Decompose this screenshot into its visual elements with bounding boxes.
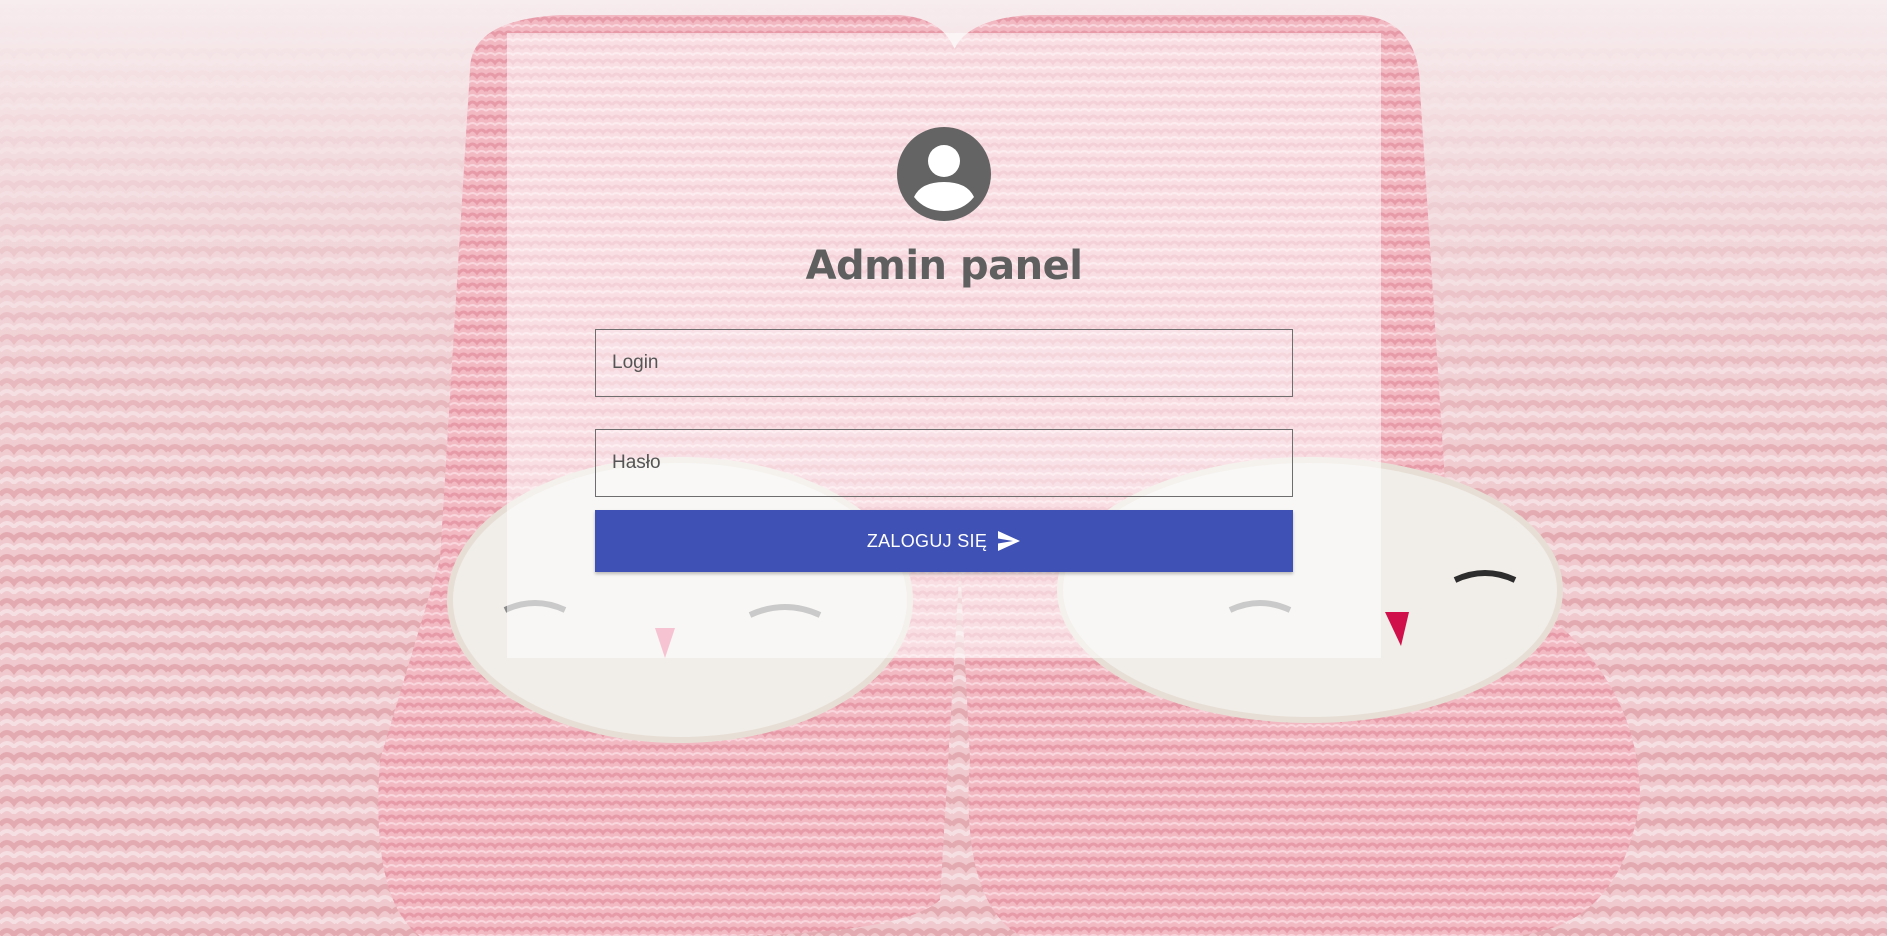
- login-input[interactable]: [596, 330, 1292, 396]
- password-field[interactable]: [595, 429, 1293, 497]
- login-button-label: ZALOGUJ SIĘ: [866, 530, 988, 551]
- page-title: Admin panel: [805, 243, 1083, 289]
- login-panel: Admin panel ZALOGUJ SIĘ: [507, 33, 1381, 658]
- account-circle-icon: [897, 127, 991, 221]
- login-field[interactable]: [595, 329, 1293, 397]
- login-button[interactable]: ZALOGUJ SIĘ: [595, 510, 1293, 572]
- send-icon: [998, 531, 1021, 551]
- password-input[interactable]: [596, 430, 1292, 496]
